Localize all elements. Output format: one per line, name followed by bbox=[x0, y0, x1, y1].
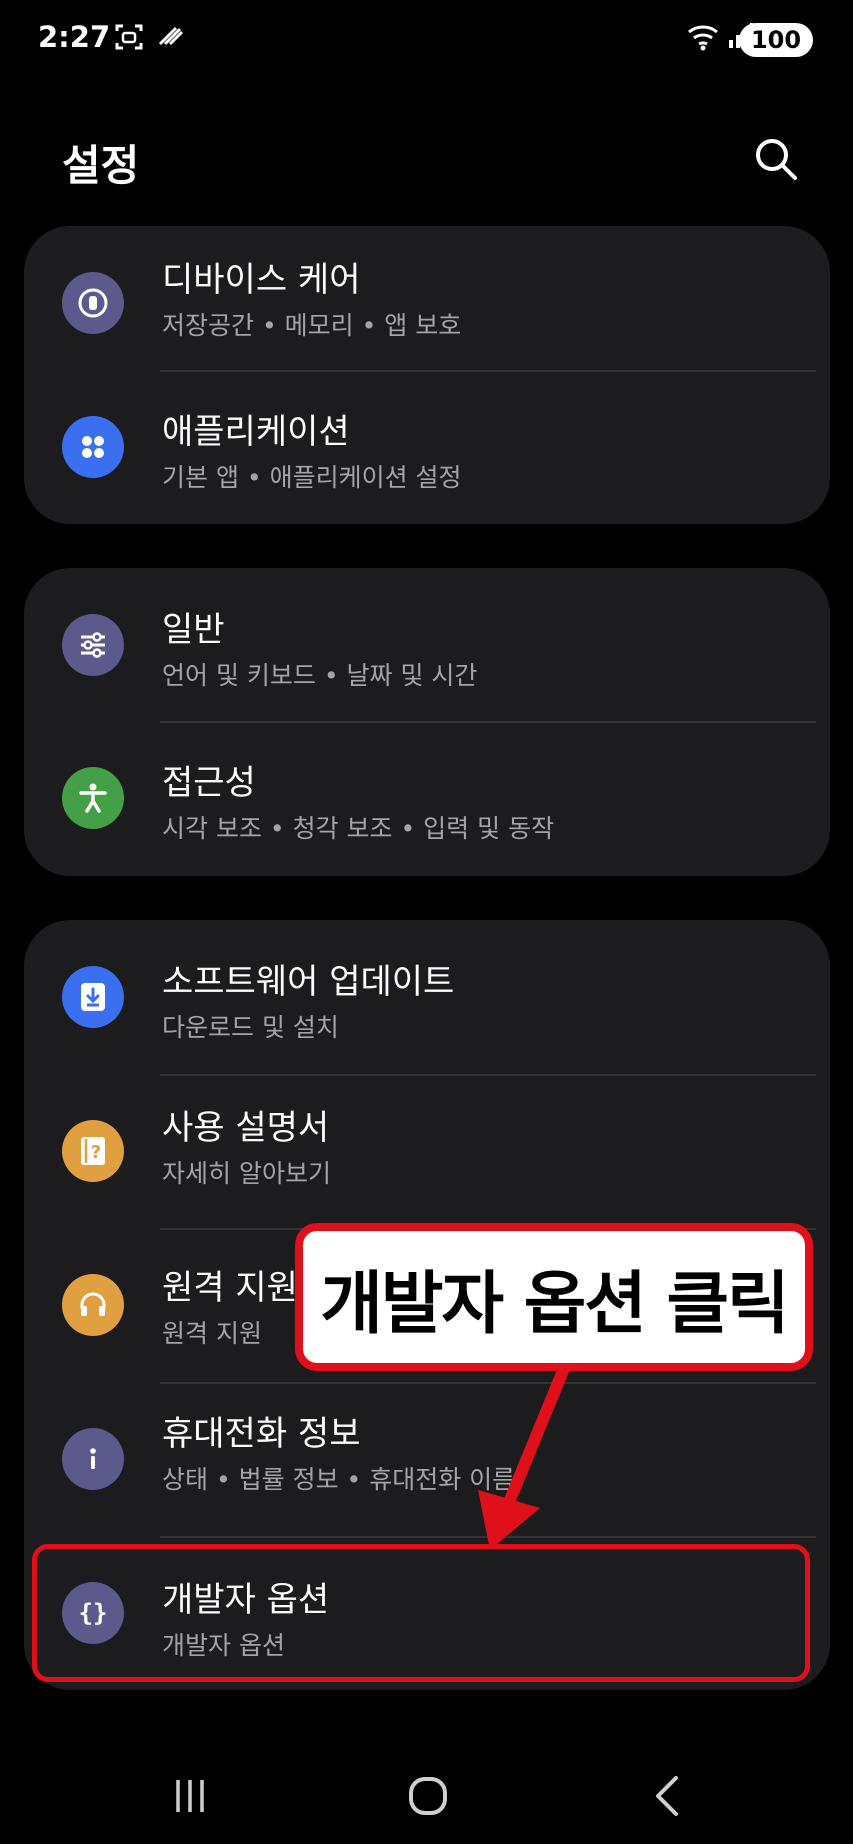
setting-user-manual[interactable]: ? 사용 설명서 자세히 알아보기 bbox=[24, 1074, 830, 1228]
screenshot-icon bbox=[114, 22, 144, 56]
setting-subtitle: 다운로드 및 설치 bbox=[162, 1013, 339, 1042]
setting-subtitle: 언어 및 키보드 • 날짜 및 시간 bbox=[162, 661, 478, 690]
svg-text:?: ? bbox=[91, 1142, 101, 1163]
navigation-bar bbox=[0, 1744, 853, 1844]
nfc-icon bbox=[156, 22, 184, 54]
setting-phone-info[interactable]: 휴대전화 정보 상태 • 법률 정보 • 휴대전화 이름 bbox=[24, 1382, 830, 1536]
recent-apps-button[interactable] bbox=[158, 1768, 222, 1824]
setting-subtitle: 기본 앱 • 애플리케이션 설정 bbox=[162, 463, 462, 492]
setting-subtitle: 상태 • 법률 정보 • 휴대전화 이름 bbox=[162, 1465, 516, 1494]
apps-grid-icon bbox=[62, 416, 124, 478]
manual-icon: ? bbox=[62, 1120, 124, 1182]
back-button[interactable] bbox=[636, 1768, 700, 1824]
setting-general[interactable]: 일반 언어 및 키보드 • 날짜 및 시간 bbox=[24, 568, 830, 722]
setting-accessibility[interactable]: 접근성 시각 보조 • 청각 보조 • 입력 및 동작 bbox=[24, 721, 830, 875]
page-title: 설정 bbox=[62, 141, 140, 190]
setting-title: 사용 설명서 bbox=[162, 1108, 330, 1148]
setting-title: 휴대전화 정보 bbox=[162, 1414, 361, 1454]
header: 설정 bbox=[0, 110, 853, 200]
info-icon bbox=[62, 1428, 124, 1490]
sliders-icon bbox=[62, 614, 124, 676]
settings-group-general: 일반 언어 및 키보드 • 날짜 및 시간 접근성 시각 보조 • 청각 보조 … bbox=[24, 568, 830, 876]
settings-group-device: 디바이스 케어 저장공간 • 메모리 • 앱 보호 애플리케이션 기본 앱 • … bbox=[24, 226, 830, 524]
setting-title: 소프트웨어 업데이트 bbox=[162, 962, 455, 1002]
accessibility-icon bbox=[62, 767, 124, 829]
back-icon bbox=[656, 1776, 678, 1816]
search-button[interactable] bbox=[751, 134, 801, 184]
setting-title: 원격 지원 bbox=[162, 1268, 298, 1308]
highlight-box bbox=[32, 1544, 810, 1682]
setting-applications[interactable]: 애플리케이션 기본 앱 • 애플리케이션 설정 bbox=[24, 370, 830, 524]
device-care-icon bbox=[62, 272, 124, 334]
download-icon bbox=[62, 966, 124, 1028]
callout-text: 개발자 옵션 클릭 bbox=[320, 1264, 789, 1344]
annotation-callout: 개발자 옵션 클릭 bbox=[295, 1223, 813, 1371]
setting-subtitle: 자세히 알아보기 bbox=[162, 1159, 331, 1188]
setting-device-care[interactable]: 디바이스 케어 저장공간 • 메모리 • 앱 보호 bbox=[24, 226, 830, 380]
setting-subtitle: 시각 보조 • 청각 보조 • 입력 및 동작 bbox=[162, 814, 555, 843]
setting-title: 애플리케이션 bbox=[162, 412, 350, 452]
setting-software-update[interactable]: 소프트웨어 업데이트 다운로드 및 설치 bbox=[24, 920, 830, 1074]
recent-apps-icon bbox=[176, 1780, 204, 1812]
wifi-icon bbox=[686, 22, 722, 56]
home-button[interactable] bbox=[396, 1768, 460, 1824]
setting-title: 접근성 bbox=[162, 763, 256, 803]
home-icon bbox=[409, 1777, 447, 1815]
setting-title: 디바이스 케어 bbox=[162, 260, 361, 300]
setting-title: 일반 bbox=[162, 610, 225, 650]
pointer-arrow bbox=[478, 1363, 571, 1550]
clock: 2:27 bbox=[38, 20, 111, 54]
search-icon bbox=[756, 139, 797, 180]
status-bar: 2:27 100 bbox=[0, 0, 853, 80]
setting-subtitle: 저장공간 • 메모리 • 앱 보호 bbox=[162, 311, 462, 340]
battery-indicator: 100 bbox=[739, 23, 813, 57]
setting-subtitle: 원격 지원 bbox=[162, 1319, 262, 1348]
headset-icon bbox=[62, 1274, 124, 1336]
